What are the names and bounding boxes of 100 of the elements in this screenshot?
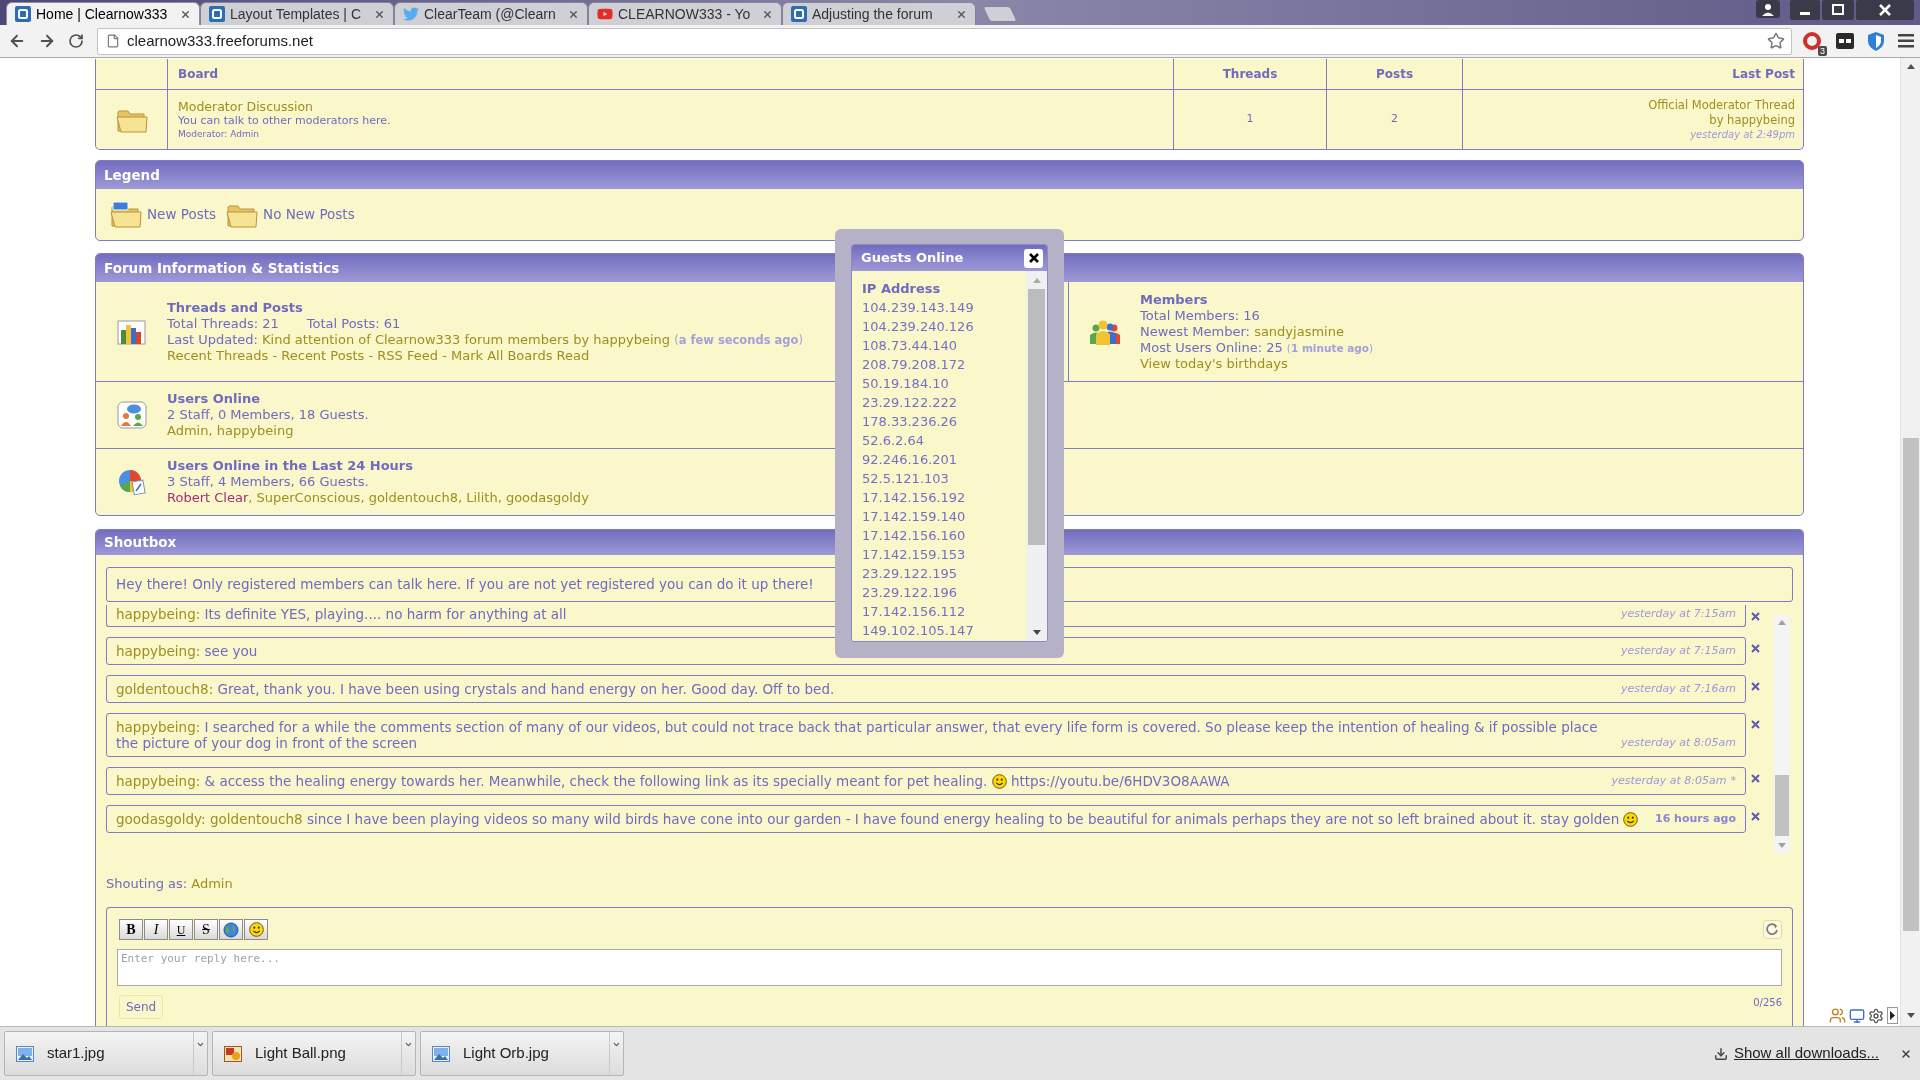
user-link[interactable]: Admin [167,423,209,438]
show-all-downloads-link[interactable]: Show all downloads... [1713,1042,1879,1065]
close-icon[interactable] [956,8,967,20]
scroll-down-icon[interactable] [1032,630,1041,635]
user-link[interactable]: happybeing: [116,606,201,622]
close-icon[interactable] [1751,644,1760,653]
send-button[interactable]: Send [119,995,164,1019]
strike-button[interactable]: S [194,919,218,940]
browser-tab[interactable]: CLEARNOW333 - Yo [588,2,782,25]
refresh-icon[interactable] [1763,920,1782,939]
close-icon[interactable] [1751,774,1760,783]
browser-tab[interactable]: Home | Clearnow333 [6,2,200,25]
thread-link[interactable]: Official Moderator Thread [1648,98,1795,113]
forum-link[interactable]: Recent Posts [281,347,365,363]
message-text: happybeing: & access the healing energy towards her. Meanwhile, check the following link as its specially meant for pet healing. https://youtu.be/6HDV3O8AAWA [116,773,1230,789]
user-link[interactable]: happybeing [593,331,671,347]
user-link[interactable]: Lilith [466,490,498,505]
close-button[interactable] [1024,248,1043,268]
bookmark-star-icon[interactable] [1767,32,1785,50]
back-icon[interactable] [8,32,26,50]
thread-link[interactable]: Kind attention of Clearnow333 forum members [262,331,570,347]
close-icon[interactable] [762,8,773,20]
scrollbar-thumb[interactable] [1028,289,1045,545]
users-icon[interactable] [1829,1007,1846,1024]
shouting-as-text: Shouting as: Admin [106,876,233,892]
italic-button[interactable]: I [144,919,168,940]
settings-icon[interactable] [1868,1007,1884,1024]
message-text: happybeing: Its definite YES, playing.... no harm for anything at all [116,606,567,622]
user-link[interactable]: goldentouch8 [209,811,303,827]
ip-address: 104.239.240.126 [862,318,974,336]
forum-link[interactable]: Recent Threads [167,347,269,363]
menu-icon[interactable] [1898,34,1914,48]
message-time: yesterday at 8:05am [1620,735,1736,751]
close-icon[interactable] [374,8,385,20]
ring-icon[interactable] [1802,31,1822,51]
close-icon[interactable] [568,8,579,20]
scrollbar-thumb[interactable] [1902,438,1919,931]
user-link[interactable]: happybeing [1727,113,1795,127]
stat-text: 3 Staff, 4 Members, 66 Guests. [167,474,369,490]
table-cell: 1 [1246,111,1254,128]
message-time: yesterday at 8:05am [1611,773,1727,789]
ip-address: 23.29.122.195 [862,565,958,583]
scrollbar-thumb[interactable] [1775,775,1789,836]
scroll-up-icon[interactable] [1906,64,1915,69]
user-link[interactable]: Robert Clear [167,490,249,505]
bold-button[interactable]: B [119,919,143,940]
user-link[interactable]: happybeing: [116,643,201,659]
birthdays-link[interactable]: View today's birthdays [1140,355,1288,372]
scrollbar[interactable] [1774,615,1790,853]
person-icon[interactable] [1756,0,1780,18]
minimize-icon[interactable] [1790,0,1820,20]
monitor-icon[interactable] [1849,1007,1865,1024]
close-icon[interactable] [1900,1047,1912,1060]
user-link[interactable]: happybeing: [116,773,201,789]
download-item[interactable]: star1.jpg [4,1031,208,1076]
close-icon[interactable] [1751,682,1760,691]
download-item[interactable]: Light Orb.jpg [420,1031,624,1076]
forward-icon[interactable] [38,32,56,50]
underline-button[interactable]: U [169,919,193,940]
address-bar[interactable]: clearnow333.freeforums.net [97,27,1792,55]
user-link[interactable]: happybeing: [116,719,201,735]
browser-tab[interactable]: Layout Templates | C [200,2,394,25]
caret-icon[interactable] [612,1040,621,1049]
shield-icon[interactable] [1868,31,1884,51]
user-link[interactable]: happybeing [216,423,294,438]
user-link[interactable]: goodasgoldy: [116,811,206,827]
ip-address: 17.142.159.140 [862,508,966,526]
url-field[interactable]: clearnow333.freeforums.net [127,29,827,53]
close-icon[interactable] [1751,612,1760,621]
mask-icon[interactable] [1836,33,1854,49]
download-item[interactable]: Light Ball.png [212,1031,416,1076]
user-link[interactable]: goldentouch8 [368,490,458,505]
reply-input[interactable]: Enter your reply here... [117,949,1782,986]
browser-tab[interactable]: Adjusting the forum [782,2,976,25]
close-icon[interactable] [1856,0,1914,20]
maximize-icon[interactable] [1822,0,1854,20]
user-link[interactable]: goldentouch8: [116,681,214,697]
forum-link[interactable]: RSS Feed [377,347,438,363]
user-link[interactable]: Admin [191,876,233,891]
browser-tab[interactable]: ClearTeam (@Clearn [394,2,588,25]
section-title: Members [1140,291,1208,308]
board-link[interactable]: Moderator Discussion [178,98,313,114]
link-button[interactable] [219,919,243,940]
caret-icon[interactable] [196,1040,205,1049]
caret-icon[interactable] [404,1040,413,1049]
forum-link[interactable]: Mark All Boards Read [451,347,590,363]
message-link[interactable]: https://youtu.be/6HDV3O8AAWA [1010,773,1230,789]
scroll-down-icon[interactable] [1906,1013,1915,1018]
user-link[interactable]: goodasgoldy [505,490,589,505]
ip-address: 104.239.143.149 [862,299,974,317]
scrollbar[interactable] [1900,58,1920,1026]
user-link[interactable]: SuperConscious [256,490,361,505]
user-link[interactable]: sandyjasmine [1254,323,1344,339]
close-icon[interactable] [1751,812,1760,821]
scrollbar[interactable] [1026,271,1047,641]
close-icon[interactable] [180,8,191,20]
close-icon[interactable] [1751,720,1760,729]
reload-icon[interactable] [68,33,84,49]
tagged-folder-icon [110,200,142,229]
emoji-button[interactable] [244,919,268,940]
